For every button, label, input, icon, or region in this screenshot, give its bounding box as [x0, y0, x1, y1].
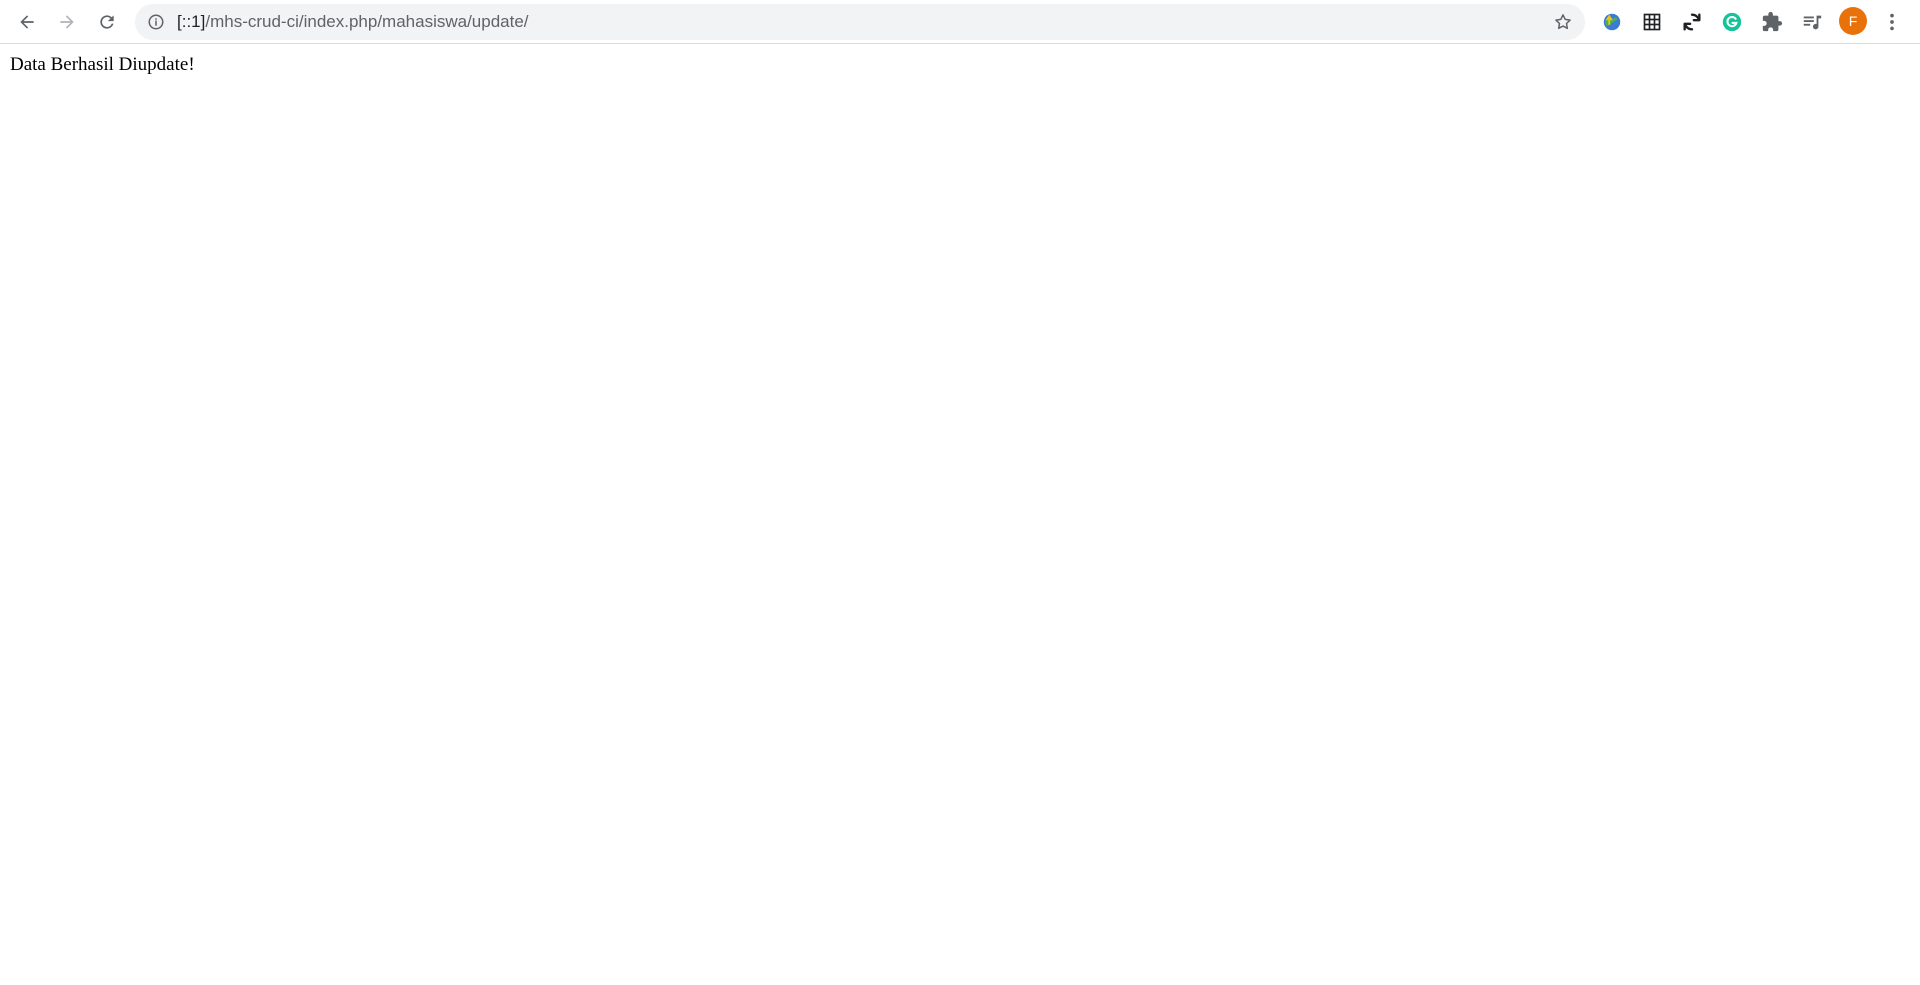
puzzle-icon — [1762, 11, 1783, 32]
arrow-right-icon — [60, 15, 74, 29]
arrow-left-icon — [20, 15, 34, 29]
sync-arrows-icon — [1683, 13, 1701, 31]
media-control-button[interactable] — [1799, 9, 1825, 35]
url-host: [::1] — [177, 12, 206, 31]
grid-table-icon — [1643, 13, 1661, 31]
extensions-button[interactable] — [1759, 9, 1785, 35]
kebab-menu-icon — [1890, 13, 1894, 31]
star-icon — [1555, 14, 1571, 30]
reload-button[interactable] — [91, 6, 123, 38]
url-path: /mhs-crud-ci/index.php/mahasiswa/update/ — [205, 12, 529, 31]
profile-avatar[interactable]: F — [1839, 7, 1867, 35]
reload-icon — [100, 15, 114, 29]
media-playlist-icon — [1803, 15, 1822, 30]
forward-button[interactable] — [51, 6, 83, 38]
page-message: Data Berhasil Diupdate! — [10, 54, 195, 75]
grammarly-icon — [1722, 12, 1742, 32]
grammarly-extension-button[interactable] — [1719, 9, 1745, 35]
idm-extension-button[interactable] — [1599, 9, 1625, 35]
info-circle-icon — [148, 14, 164, 30]
browser-menu-button[interactable] — [1879, 9, 1905, 35]
address-bar[interactable]: [::1]/mhs-crud-ci/index.php/mahasiswa/up… — [135, 4, 1585, 40]
bookmark-button[interactable] — [1553, 12, 1573, 32]
url-text[interactable]: [::1]/mhs-crud-ci/index.php/mahasiswa/up… — [177, 4, 529, 40]
back-button[interactable] — [11, 6, 43, 38]
table-extension-button[interactable] — [1639, 9, 1665, 35]
site-info-button[interactable] — [147, 13, 165, 31]
browser-toolbar: [::1]/mhs-crud-ci/index.php/mahasiswa/up… — [0, 0, 1920, 44]
idm-globe-icon — [1603, 13, 1621, 31]
sync-extension-button[interactable] — [1679, 9, 1705, 35]
